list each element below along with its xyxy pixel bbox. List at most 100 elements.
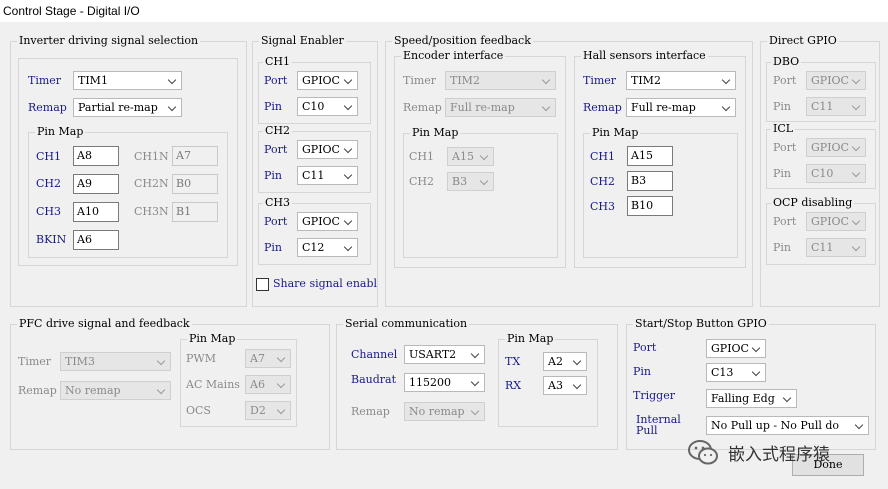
serial-remap-select[interactable]: No remap [404, 402, 485, 421]
encoder-timer-select[interactable]: TIM2 [445, 71, 556, 90]
rx-label: RX [505, 379, 522, 392]
encoder-ch1-value: A15 [452, 150, 474, 163]
pfc-timer-select[interactable]: TIM3 [60, 352, 171, 371]
rx-value: A3 [548, 379, 563, 392]
startstop-pin-value: C13 [711, 366, 734, 379]
chevron-down-icon [719, 72, 735, 89]
inverter-timer-select[interactable]: TIM1 [73, 71, 182, 90]
se-ch3-pin-label: Pin [264, 241, 283, 254]
se-ch2-port-select[interactable]: GPIOC [297, 140, 358, 159]
ch2n-label: CH2N [134, 177, 169, 190]
startstop-port-select[interactable]: GPIOC [706, 339, 766, 358]
wechat-logo-icon [687, 438, 721, 468]
ocs-select[interactable]: D2 [245, 401, 291, 420]
inverter-remap-select[interactable]: Partial re-map [73, 98, 182, 117]
hall-caption: Hall sensors interface [581, 49, 708, 63]
chevron-down-icon [341, 213, 357, 230]
icl-pin-value: C10 [811, 167, 834, 180]
encoder-ch1-label: CH1 [409, 150, 435, 163]
hall-remap-label: Remap [583, 101, 622, 114]
encoder-timer-label: Timer [403, 74, 437, 87]
serial-remap-label: Remap [351, 405, 390, 418]
chevron-down-icon [468, 374, 484, 391]
ch1n-label: CH1N [134, 150, 169, 163]
inverter-remap-label: Remap [28, 101, 67, 114]
rx-select[interactable]: A3 [543, 376, 587, 395]
channel-select[interactable]: USART2 [404, 345, 485, 364]
trigger-select[interactable]: Falling Edg [706, 389, 797, 408]
ch3-field[interactable]: A10 [73, 202, 119, 222]
ch2-label: CH2 [36, 177, 62, 190]
chevron-down-icon [780, 390, 796, 407]
ch2n-field[interactable]: B0 [172, 174, 218, 194]
encoder-ch2-label: CH2 [409, 175, 435, 188]
ch1n-field[interactable]: A7 [172, 146, 218, 166]
pfc-remap-select[interactable]: No remap [60, 381, 171, 400]
tx-label: TX [505, 355, 521, 368]
encoder-remap-select[interactable]: Full re-map [445, 98, 556, 117]
chevron-down-icon [849, 72, 865, 89]
encoder-remap-value: Full re-map [450, 101, 515, 114]
baudrate-select[interactable]: 115200 [404, 373, 485, 392]
encoder-timer-value: TIM2 [450, 74, 480, 87]
icl-port-select[interactable]: GPIOC [806, 138, 866, 157]
pfc-caption: PFC drive signal and feedback [17, 317, 192, 331]
dbo-pin-select[interactable]: C11 [806, 97, 866, 116]
signal-enabler-caption: Signal Enabler [259, 34, 346, 48]
ocs-label: OCS [186, 404, 211, 417]
bkin-field[interactable]: A6 [73, 230, 119, 250]
chevron-down-icon [468, 346, 484, 363]
tx-select[interactable]: A2 [543, 352, 587, 371]
se-ch2-pin-select[interactable]: C11 [297, 166, 358, 185]
hall-remap-select[interactable]: Full re-map [626, 98, 736, 117]
ocp-port-select[interactable]: GPIOC [806, 212, 866, 231]
inverter-caption: Inverter driving signal selection [17, 34, 201, 48]
dbo-port-select[interactable]: GPIOC [806, 71, 866, 90]
se-ch3-port-select[interactable]: GPIOC [297, 212, 358, 231]
acmains-value: A6 [250, 378, 265, 391]
chevron-down-icon [341, 239, 357, 256]
channel-value: USART2 [409, 348, 457, 361]
se-ch1-pin-select[interactable]: C10 [297, 97, 358, 116]
encoder-ch1-select[interactable]: A15 [447, 147, 494, 166]
pfc-remap-value: No remap [65, 384, 121, 397]
chevron-down-icon [341, 98, 357, 115]
chevron-down-icon [570, 353, 586, 370]
se-ch1-port-select[interactable]: GPIOC [297, 71, 358, 90]
hall-ch2-field[interactable]: B3 [627, 171, 673, 191]
hall-timer-label: Timer [583, 74, 617, 87]
hall-ch3-field[interactable]: B10 [627, 196, 673, 216]
ocp-pin-label: Pin [773, 241, 792, 254]
acmains-select[interactable]: A6 [245, 375, 291, 394]
ch2-field[interactable]: A9 [73, 174, 119, 194]
pwm-select[interactable]: A7 [245, 349, 291, 368]
chevron-down-icon [341, 72, 357, 89]
se-ch1-port-value: GPIOC [302, 74, 340, 87]
ocp-pin-select[interactable]: C11 [806, 238, 866, 257]
bkin-label: BKIN [36, 233, 67, 246]
hall-timer-select[interactable]: TIM2 [626, 71, 736, 90]
encoder-ch2-select[interactable]: B3 [447, 172, 494, 191]
chevron-down-icon [570, 377, 586, 394]
ocp-port-label: Port [773, 215, 797, 228]
chevron-down-icon [849, 239, 865, 256]
share-signal-label[interactable]: Share signal enabl [273, 277, 377, 291]
inverter-timer-label: Timer [28, 74, 62, 87]
share-signal-checkbox[interactable] [256, 278, 269, 291]
hall-ch1-field[interactable]: A15 [627, 146, 673, 166]
internal-pull-select[interactable]: No Pull up - No Pull do [706, 416, 869, 435]
chevron-down-icon [849, 139, 865, 156]
chevron-down-icon [154, 353, 170, 370]
ch3n-field[interactable]: B1 [172, 202, 218, 222]
inverter-pinmap-caption: Pin Map [35, 125, 86, 139]
ch1-field[interactable]: A8 [73, 146, 119, 166]
pfc-timer-label: Timer [18, 355, 52, 368]
icl-pin-select[interactable]: C10 [806, 164, 866, 183]
se-ch3-pin-select[interactable]: C12 [297, 238, 358, 257]
encoder-remap-label: Remap [403, 101, 442, 114]
chevron-down-icon [749, 340, 765, 357]
pfc-timer-value: TIM3 [65, 355, 95, 368]
se-ch3-caption: CH3 [263, 196, 293, 210]
chevron-down-icon [274, 376, 290, 393]
startstop-pin-select[interactable]: C13 [706, 363, 766, 382]
